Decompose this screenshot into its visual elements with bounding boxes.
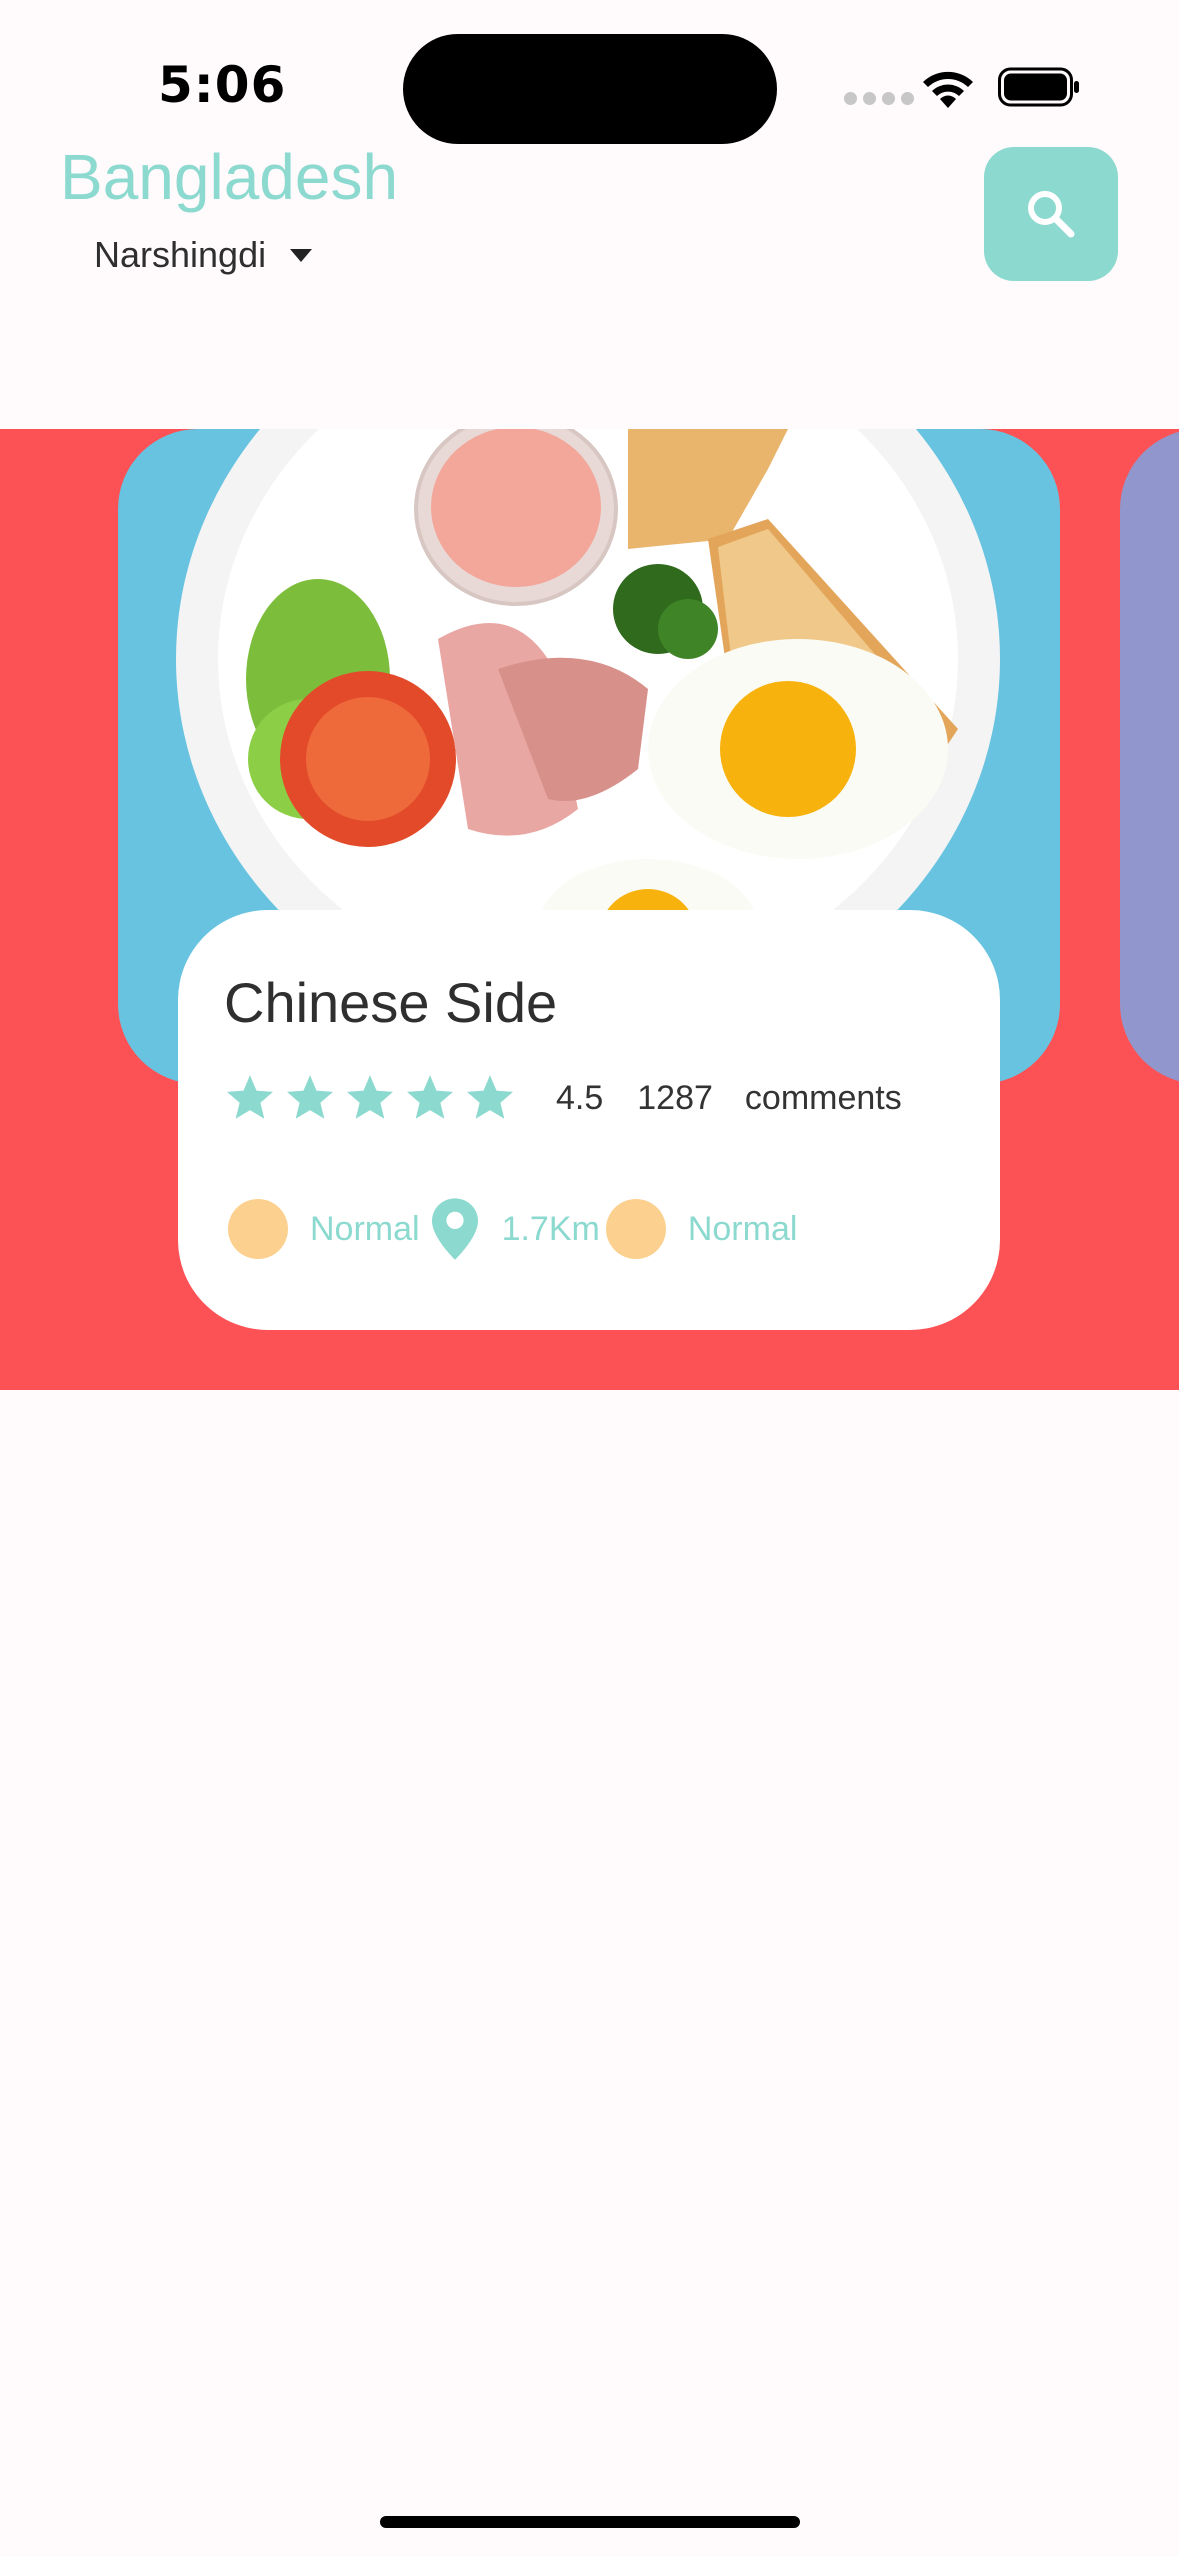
- food-info-card[interactable]: Chinese Side 4.5 1287 comments Normal 1.…: [178, 910, 1000, 1330]
- search-icon: [1028, 191, 1075, 238]
- meta-label-3: Normal: [687, 1209, 798, 1248]
- battery-icon: [998, 67, 1079, 107]
- cellular-signal-icon: [844, 92, 914, 105]
- food-image: [176, 429, 1000, 949]
- star-icon: [347, 1075, 393, 1119]
- status-dot-icon: [228, 1199, 288, 1259]
- meta-label-1: Normal: [310, 1209, 420, 1248]
- city-dropdown[interactable]: Narshingdi: [94, 234, 313, 276]
- caret-down-icon: [290, 248, 313, 262]
- city-label: Narshingdi: [94, 234, 267, 275]
- location-pin-icon: [431, 1198, 478, 1260]
- search-button[interactable]: [984, 147, 1118, 281]
- star-icon: [227, 1075, 273, 1119]
- star-icon: [467, 1075, 513, 1119]
- distance-label: 1.7Km: [501, 1209, 600, 1248]
- status-dot-icon: [605, 1199, 666, 1259]
- star-icon: [287, 1075, 333, 1119]
- star-icon: [407, 1075, 453, 1119]
- rating-value: 4.5: [556, 1078, 604, 1117]
- meta-row: Normal 1.7Km Normal: [228, 1198, 797, 1260]
- next-food-card[interactable]: [1120, 429, 1179, 1084]
- rating-row: 4.5 1287 comments: [224, 1072, 902, 1124]
- country-title: Bangladesh: [60, 141, 399, 213]
- featured-carousel[interactable]: Chinese Side 4.5 1287 comments Normal 1.…: [0, 429, 1179, 1390]
- wifi-icon: [923, 71, 973, 108]
- home-indicator[interactable]: [380, 2516, 800, 2528]
- comments-label: comments: [744, 1078, 902, 1117]
- food-title: Chinese Side: [224, 971, 558, 1034]
- comment-count: 1287: [637, 1078, 713, 1117]
- dynamic-island: [403, 34, 777, 144]
- star-rating: [224, 1072, 516, 1124]
- status-time: 5:06: [158, 56, 287, 114]
